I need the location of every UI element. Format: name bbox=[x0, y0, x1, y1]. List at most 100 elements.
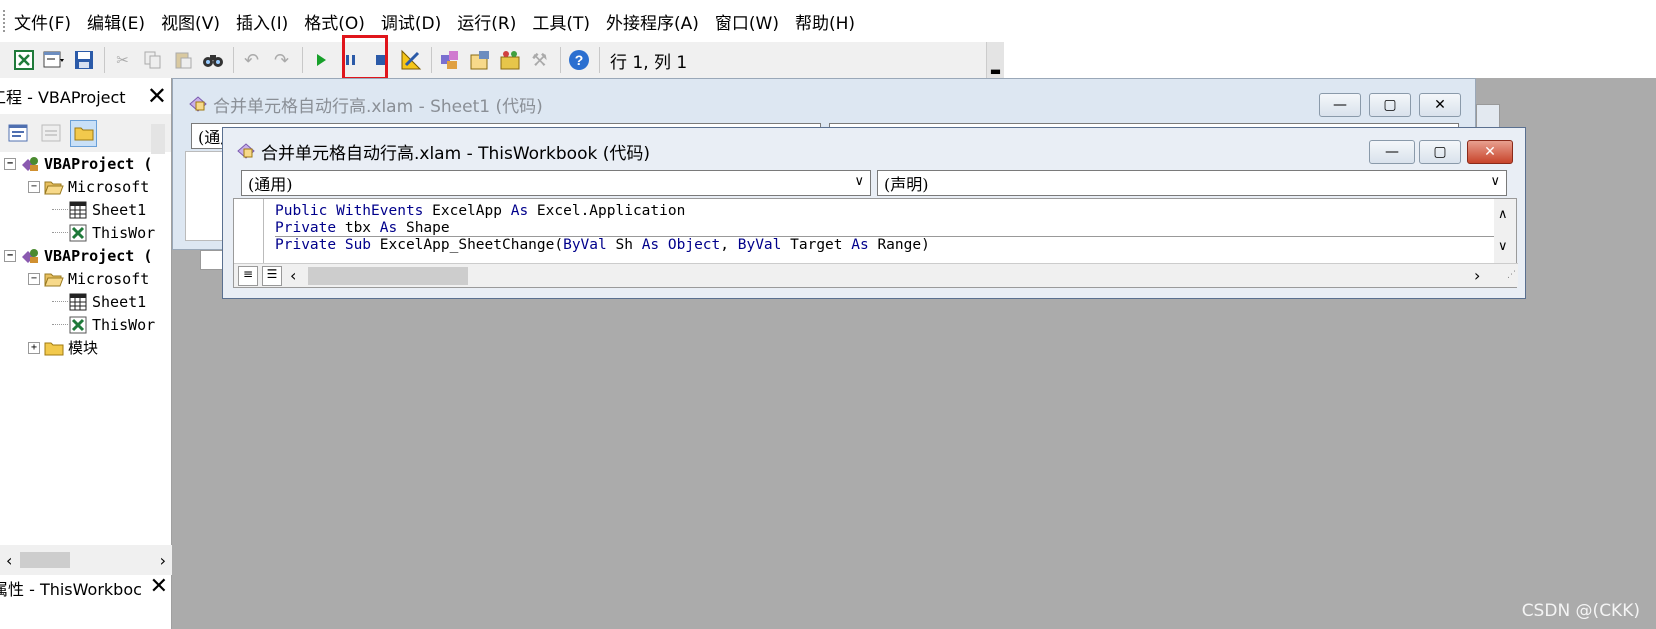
workbook-icon bbox=[68, 316, 88, 334]
project-explorer-icon[interactable] bbox=[436, 47, 463, 74]
scroll-left-icon[interactable]: ‹ bbox=[290, 266, 296, 285]
toolbar-options-icon[interactable]: ▬ bbox=[986, 42, 1004, 78]
redo-icon[interactable]: ↷ bbox=[268, 47, 295, 74]
code-token: Excel.Application bbox=[536, 203, 686, 219]
code-line[interactable]: Public WithEvents ExcelApp As Excel.Appl… bbox=[275, 203, 1485, 220]
vba-project-icon bbox=[20, 247, 40, 265]
close-icon[interactable]: ✕ bbox=[150, 574, 168, 599]
cut-icon[interactable]: ✂ bbox=[109, 47, 136, 74]
code-keyword: As bbox=[510, 203, 537, 219]
menu-file[interactable]: 文件(F) bbox=[14, 9, 71, 34]
close-icon[interactable]: ✕ bbox=[1419, 93, 1461, 117]
collapse-icon[interactable]: − bbox=[28, 180, 40, 193]
horizontal-scroll-thumb[interactable] bbox=[308, 267, 468, 285]
insert-userform-icon[interactable] bbox=[40, 47, 67, 74]
code-line[interactable]: Private Sub ExcelApp_SheetChange(ByVal S… bbox=[275, 237, 1485, 254]
menu-debug[interactable]: 调试(D) bbox=[381, 9, 441, 34]
close-icon[interactable]: ✕ bbox=[147, 82, 167, 110]
toolbox-icon[interactable]: ⚒ bbox=[526, 47, 553, 74]
paste-icon[interactable] bbox=[169, 47, 196, 74]
minimize-icon[interactable]: — bbox=[1369, 140, 1415, 164]
expand-icon[interactable]: + bbox=[28, 341, 40, 354]
resize-grip-icon[interactable]: ⋰ bbox=[1507, 270, 1516, 280]
tree-item-label: Sheet1 bbox=[92, 292, 147, 311]
tree-item[interactable]: ThisWor bbox=[0, 313, 172, 336]
menu-insert[interactable]: 插入(I) bbox=[236, 9, 288, 34]
run-icon[interactable] bbox=[307, 47, 334, 74]
menu-tools[interactable]: 工具(T) bbox=[532, 9, 590, 34]
code-editor[interactable]: Public WithEvents ExcelApp As Excel.Appl… bbox=[233, 198, 1518, 288]
code-token: Target bbox=[790, 237, 852, 253]
code-text[interactable]: Public WithEvents ExcelApp As Excel.Appl… bbox=[275, 203, 1485, 261]
tree-item[interactable]: − Microsoft bbox=[0, 267, 172, 290]
menu-view[interactable]: 视图(V) bbox=[161, 9, 220, 34]
tree-item[interactable]: Sheet1 bbox=[0, 290, 172, 313]
help-icon[interactable]: ? bbox=[565, 47, 592, 74]
code-token: tbx bbox=[344, 220, 380, 236]
menu-addins[interactable]: 外接程序(A) bbox=[606, 9, 699, 34]
properties-window-icon[interactable] bbox=[466, 47, 493, 74]
tree-item[interactable]: − Microsoft bbox=[0, 175, 172, 198]
procedure-combo-value: (声明) bbox=[884, 175, 929, 194]
tree-item[interactable]: + 模块 bbox=[0, 336, 172, 359]
project-explorer-toolbar bbox=[0, 114, 171, 154]
maximize-icon[interactable]: ▢ bbox=[1369, 93, 1411, 117]
scroll-right-icon[interactable]: › bbox=[1474, 266, 1480, 285]
save-icon[interactable] bbox=[70, 47, 97, 74]
scroll-thumb[interactable] bbox=[20, 552, 70, 568]
view-excel-icon[interactable] bbox=[10, 47, 37, 74]
undo-icon[interactable]: ↶ bbox=[238, 47, 265, 74]
vertical-scrollbar[interactable]: ∧ ∨ bbox=[1494, 199, 1516, 263]
tree-item[interactable]: ThisWor bbox=[0, 221, 172, 244]
menu-format[interactable]: 格式(O) bbox=[304, 9, 365, 34]
code-keyword: As bbox=[379, 220, 406, 236]
menubar-grip[interactable] bbox=[3, 10, 6, 32]
project-explorer-titlebar: 工程 - VBAProject ✕ bbox=[0, 78, 171, 114]
menu-edit[interactable]: 编辑(E) bbox=[87, 9, 145, 34]
collapse-icon[interactable]: − bbox=[4, 249, 16, 262]
menu-help[interactable]: 帮助(H) bbox=[795, 9, 855, 34]
design-mode-icon[interactable] bbox=[397, 47, 424, 74]
view-object-icon[interactable] bbox=[37, 120, 64, 147]
standard-toolbar: ✂ ↶ ↷ ⚒ ? 行 1, 列 1 bbox=[0, 42, 1000, 78]
object-combo[interactable]: (通用) ∨ bbox=[241, 170, 871, 196]
project-tree-hscroll[interactable]: ‹ › bbox=[0, 545, 172, 575]
menu-run[interactable]: 运行(R) bbox=[457, 9, 516, 34]
procedure-combo[interactable]: (声明) ∨ bbox=[877, 170, 1507, 196]
view-code-icon[interactable] bbox=[4, 120, 31, 147]
tree-item[interactable]: − VBAProject ( bbox=[0, 152, 172, 175]
object-browser-icon[interactable] bbox=[496, 47, 523, 74]
vba-module-icon bbox=[237, 143, 255, 159]
code-line[interactable]: Private tbx As Shape bbox=[275, 220, 1485, 237]
tree-item[interactable]: Sheet1 bbox=[0, 198, 172, 221]
toolbar-separator bbox=[431, 47, 432, 73]
tree-item[interactable]: − VBAProject ( bbox=[0, 244, 172, 267]
code-token: Sh bbox=[615, 237, 642, 253]
scroll-left-icon[interactable]: ‹ bbox=[6, 551, 12, 570]
toolbar-separator bbox=[233, 47, 234, 73]
chevron-down-icon[interactable]: ∨ bbox=[1490, 174, 1500, 189]
chevron-down-icon[interactable]: ∨ bbox=[854, 174, 864, 189]
maximize-icon[interactable]: ▢ bbox=[1419, 140, 1461, 164]
minimize-icon[interactable]: — bbox=[1319, 93, 1361, 117]
find-icon[interactable] bbox=[199, 47, 226, 74]
chevron-down-icon[interactable]: ∨ bbox=[1498, 239, 1508, 254]
close-icon[interactable]: ✕ bbox=[1467, 140, 1513, 164]
code-window-sheet1-titlebar[interactable]: 合并单元格自动行高.xlam - Sheet1 (代码) bbox=[173, 79, 1475, 129]
copy-icon[interactable] bbox=[139, 47, 166, 74]
procedure-view-icon[interactable]: ≡ bbox=[238, 266, 258, 286]
chevron-up-icon[interactable]: ∧ bbox=[1498, 207, 1508, 222]
code-keyword: Private Sub bbox=[275, 237, 380, 253]
code-window-thisworkbook[interactable]: 合并单元格自动行高.xlam - ThisWorkbook (代码) — ▢ ✕… bbox=[222, 127, 1526, 299]
collapse-icon[interactable]: − bbox=[28, 272, 40, 285]
code-keyword: As bbox=[851, 237, 878, 253]
code-window-thisworkbook-titlebar[interactable]: 合并单元格自动行高.xlam - ThisWorkbook (代码) bbox=[223, 128, 1525, 174]
code-keyword: ByVal bbox=[737, 237, 791, 253]
toggle-folders-icon[interactable] bbox=[70, 119, 97, 147]
code-area[interactable] bbox=[185, 151, 225, 241]
vba-project-icon bbox=[20, 155, 40, 173]
menu-window[interactable]: 窗口(W) bbox=[715, 9, 779, 34]
scroll-right-icon[interactable]: › bbox=[160, 551, 166, 570]
full-module-view-icon[interactable]: ☰ bbox=[262, 266, 282, 286]
collapse-icon[interactable]: − bbox=[4, 157, 16, 170]
